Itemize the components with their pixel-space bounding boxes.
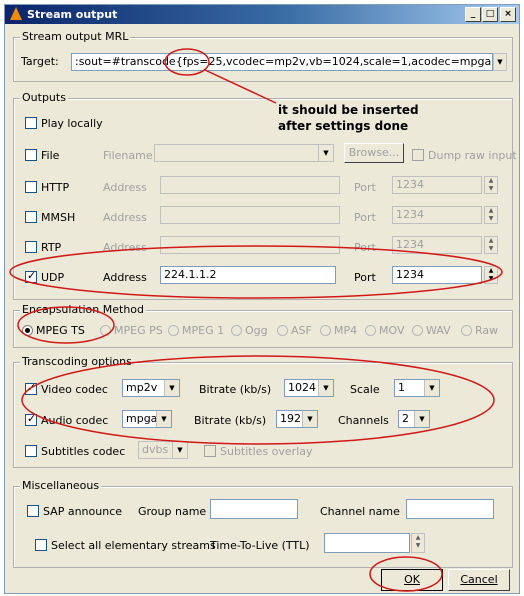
annotation-circle-transcoding bbox=[21, 355, 495, 445]
annotation-circle-mpeg-ts bbox=[17, 306, 115, 344]
annotation-note-line2: after settings done bbox=[278, 119, 408, 133]
annotation-circle-fps bbox=[164, 48, 210, 76]
annotation-arrow-line bbox=[204, 69, 277, 104]
annotation-overlay: it should be inserted after settings don… bbox=[9, 48, 503, 592]
annotation-circle-ok bbox=[369, 556, 443, 592]
annotation-circle-udp bbox=[9, 245, 503, 299]
annotation-note-line1: it should be inserted bbox=[278, 103, 419, 117]
